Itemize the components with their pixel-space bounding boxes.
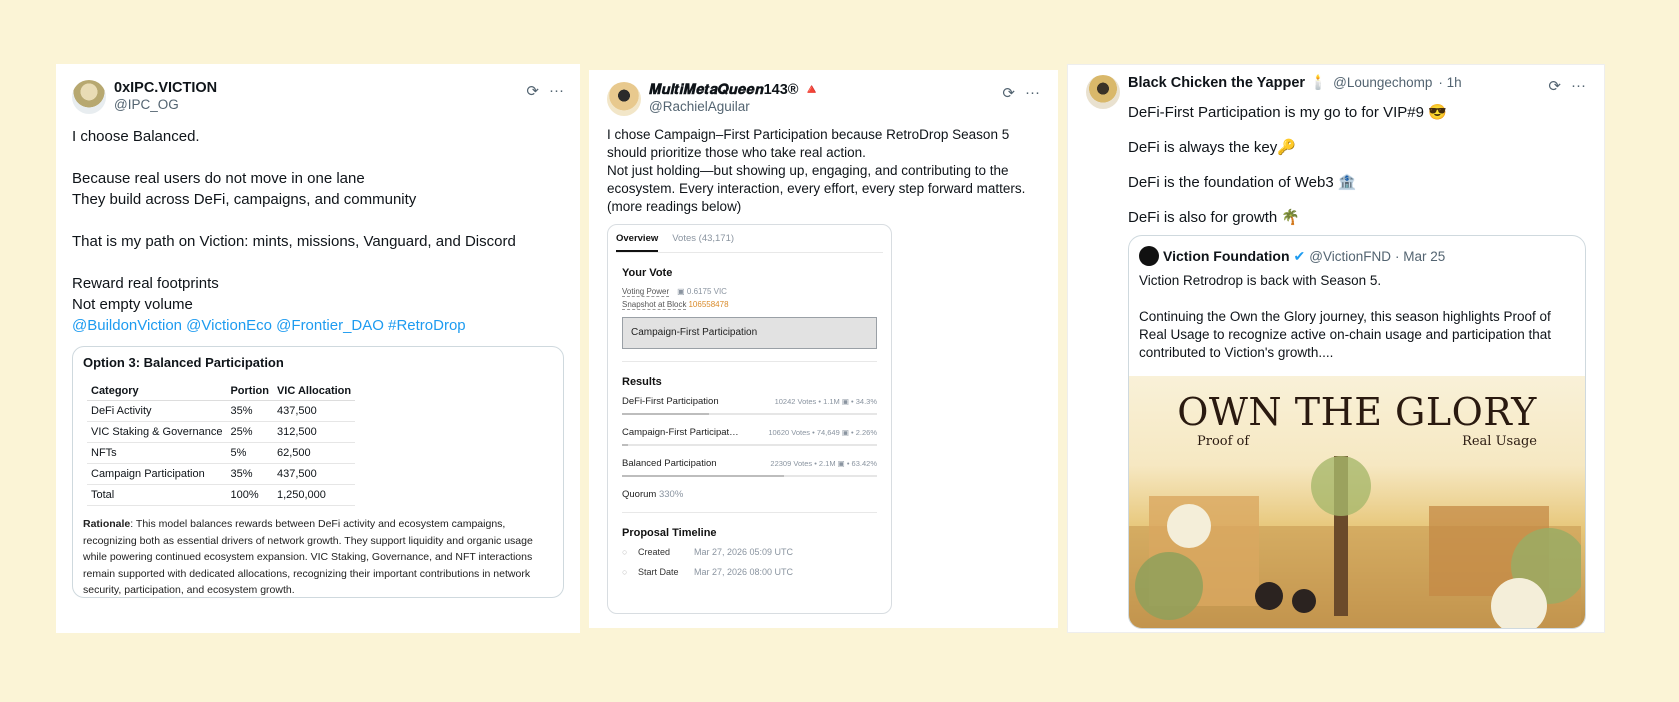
table-header: Portion bbox=[226, 382, 273, 401]
result-row: DeFi-First Participation 10242 Votes • 1.… bbox=[622, 396, 877, 415]
grok-icon[interactable]: ⟳ bbox=[1548, 77, 1561, 95]
tweet-card-multimetaqueen[interactable]: 𝑴𝒖𝒍𝒕𝒊𝑴𝒆𝒕𝒂𝑸𝒖𝒆𝒆𝒏143® 🔺 @RachielAguilar ⟳ ·… bbox=[589, 70, 1058, 628]
table-row: DeFi Activity 35% 437,500 bbox=[87, 400, 356, 422]
table-cell: 312,500 bbox=[272, 421, 356, 443]
table-cell: 62,500 bbox=[272, 442, 356, 464]
result-stats: 10242 Votes • 1.1M ▣ • 34.3% bbox=[774, 397, 877, 406]
table-cell: 1,250,000 bbox=[272, 484, 356, 506]
tab-overview: Overview bbox=[616, 233, 659, 252]
avatar[interactable] bbox=[1139, 246, 1159, 266]
timeline-row: ○ Start Date Mar 27, 2026 08:00 UTC bbox=[622, 567, 877, 577]
divider bbox=[622, 361, 877, 362]
more-icon[interactable]: ··· bbox=[1571, 77, 1586, 95]
result-label: DeFi-First Participation bbox=[622, 396, 719, 407]
result-label: Campaign-First Participation bbox=[622, 427, 740, 438]
display-name[interactable]: 0xIPC.VICTION bbox=[114, 80, 217, 97]
table-row: NFTs 5% 62,500 bbox=[87, 442, 356, 464]
quoted-display-name[interactable]: Viction Foundation bbox=[1163, 248, 1290, 264]
table-header: Category bbox=[87, 382, 227, 401]
selected-vote-option: Campaign-First Participation bbox=[622, 317, 877, 349]
timeline-date: Mar 27, 2026 05:09 UTC bbox=[694, 547, 794, 557]
tweet-header: 0xIPC.VICTION @IPC_OG ⟳ ··· bbox=[72, 80, 564, 114]
grok-icon[interactable]: ⟳ bbox=[1002, 84, 1015, 102]
quoted-tweet-header: Viction Foundation ✔ @VictionFND · Mar 2… bbox=[1129, 236, 1585, 266]
result-bar bbox=[622, 444, 877, 446]
tweet-header: 𝑴𝒖𝒍𝒕𝒊𝑴𝒆𝒕𝒂𝑸𝒖𝒆𝒆𝒏143® 🔺 @RachielAguilar ⟳ ·… bbox=[607, 82, 1040, 116]
timeline-title: Proposal Timeline bbox=[622, 527, 717, 539]
avatar[interactable] bbox=[607, 82, 641, 116]
vote-tabs: Overview Votes (43,171) bbox=[616, 225, 883, 253]
result-bar-fill bbox=[622, 444, 628, 446]
quorum: Quorum 330% bbox=[622, 489, 684, 500]
result-row: Balanced Participation 22309 Votes • 2.1M… bbox=[622, 458, 877, 477]
result-stats: 10620 Votes • 74,649 ▣ • 2.26% bbox=[768, 428, 877, 437]
rationale-text: Rationale: This model balances rewards b… bbox=[83, 518, 533, 596]
timeline-dot-icon: ○ bbox=[622, 567, 628, 577]
tab-votes: Votes (43,171) bbox=[672, 233, 735, 244]
timeline-row: ○ Created Mar 27, 2026 05:09 UTC bbox=[622, 547, 877, 557]
handle[interactable]: @RachielAguilar bbox=[649, 99, 821, 115]
timeline-dot-icon: ○ bbox=[622, 547, 628, 557]
tweet-text: I choose Balanced. Because real users do… bbox=[72, 128, 516, 313]
timeline-label: Created bbox=[638, 547, 671, 557]
quoted-handle[interactable]: @VictionFND bbox=[1309, 249, 1391, 264]
table-cell: DeFi Activity bbox=[87, 400, 227, 422]
table-cell: 100% bbox=[226, 484, 273, 506]
tweet-text: DeFi-First Participation is my go to for… bbox=[1128, 104, 1447, 226]
more-icon[interactable]: ··· bbox=[1025, 84, 1040, 102]
display-name[interactable]: 𝑴𝒖𝒍𝒕𝒊𝑴𝒆𝒕𝒂𝑸𝒖𝒆𝒆𝒏143® 🔺 bbox=[649, 82, 821, 99]
avatar[interactable] bbox=[72, 80, 106, 114]
attached-image-table[interactable]: Option 3: Balanced Participation Categor… bbox=[72, 346, 564, 598]
tweet-mentions[interactable]: @BuildonViction @VictionEco @Frontier_DA… bbox=[72, 315, 564, 336]
table-row: Total 100% 1,250,000 bbox=[87, 484, 356, 506]
more-icon[interactable]: ··· bbox=[549, 82, 564, 100]
tweet-header: Black Chicken the Yapper 🕯️ @Loungechomp… bbox=[1086, 75, 1586, 109]
timeline-date: Mar 27, 2026 08:00 UTC bbox=[694, 567, 794, 577]
timestamp[interactable]: · 1h bbox=[1438, 75, 1461, 91]
table-cell: 5% bbox=[226, 442, 273, 464]
your-vote-title: Your Vote bbox=[622, 267, 673, 279]
table-row: VIC Staking & Governance 25% 312,500 bbox=[87, 421, 356, 443]
table-header: VIC Allocation bbox=[272, 382, 356, 401]
quoted-tweet[interactable]: Viction Foundation ✔ @VictionFND · Mar 2… bbox=[1128, 235, 1586, 629]
result-bar bbox=[622, 413, 877, 415]
table-row: Campaign Participation 35% 437,500 bbox=[87, 463, 356, 485]
tweet-card-black-chicken[interactable]: Black Chicken the Yapper 🕯️ @Loungechomp… bbox=[1067, 64, 1605, 633]
verified-icon: ✔ bbox=[1293, 247, 1306, 264]
result-bar-fill bbox=[622, 475, 784, 477]
results-title: Results bbox=[622, 376, 662, 388]
avatar[interactable] bbox=[1086, 75, 1120, 109]
quoted-tweet-text: Viction Retrodrop is back with Season 5.… bbox=[1139, 273, 1552, 360]
grok-icon[interactable]: ⟳ bbox=[526, 82, 539, 100]
tweet-card-ipc[interactable]: 0xIPC.VICTION @IPC_OG ⟳ ··· I choose Bal… bbox=[56, 64, 580, 633]
table-cell: 437,500 bbox=[272, 400, 356, 422]
result-label: Balanced Participation bbox=[622, 458, 717, 469]
table-cell: Total bbox=[87, 484, 227, 506]
own-the-glory-poster[interactable]: OWN THE GLORY Proof of Real Usage bbox=[1129, 376, 1585, 628]
tweet-text: I chose Campaign–First Participation bec… bbox=[607, 127, 1026, 214]
timeline-label: Start Date bbox=[638, 567, 679, 577]
table-cell: 35% bbox=[226, 400, 273, 422]
voting-power: Voting Power ▣ 0.6175 VIC bbox=[622, 287, 727, 297]
snapshot: Snapshot at Block 106558478 bbox=[622, 300, 729, 310]
handle[interactable]: @Loungechomp bbox=[1333, 75, 1432, 91]
result-row: Campaign-First Participation 10620 Votes … bbox=[622, 427, 877, 446]
handle[interactable]: @IPC_OG bbox=[114, 97, 217, 113]
divider bbox=[622, 512, 877, 513]
table-cell: Campaign Participation bbox=[87, 463, 227, 485]
table-cell: NFTs bbox=[87, 442, 227, 464]
display-name[interactable]: Black Chicken the Yapper 🕯️ bbox=[1128, 75, 1327, 92]
poster-illustration bbox=[1129, 456, 1581, 628]
table-cell: 437,500 bbox=[272, 463, 356, 485]
quoted-timestamp[interactable]: · Mar 25 bbox=[1395, 249, 1445, 264]
table-cell: 35% bbox=[226, 463, 273, 485]
allocation-table: Category Portion VIC Allocation DeFi Activ… bbox=[87, 382, 356, 506]
table-cell: 25% bbox=[226, 421, 273, 443]
table-cell: VIC Staking & Governance bbox=[87, 421, 227, 443]
option-title: Option 3: Balanced Participation bbox=[83, 355, 284, 370]
result-bar-fill bbox=[622, 413, 710, 415]
result-stats: 22309 Votes • 2.1M ▣ • 63.42% bbox=[770, 459, 877, 468]
attached-image-vote-panel[interactable]: Overview Votes (43,171) Your Vote Voting… bbox=[607, 224, 892, 614]
result-bar bbox=[622, 475, 877, 477]
